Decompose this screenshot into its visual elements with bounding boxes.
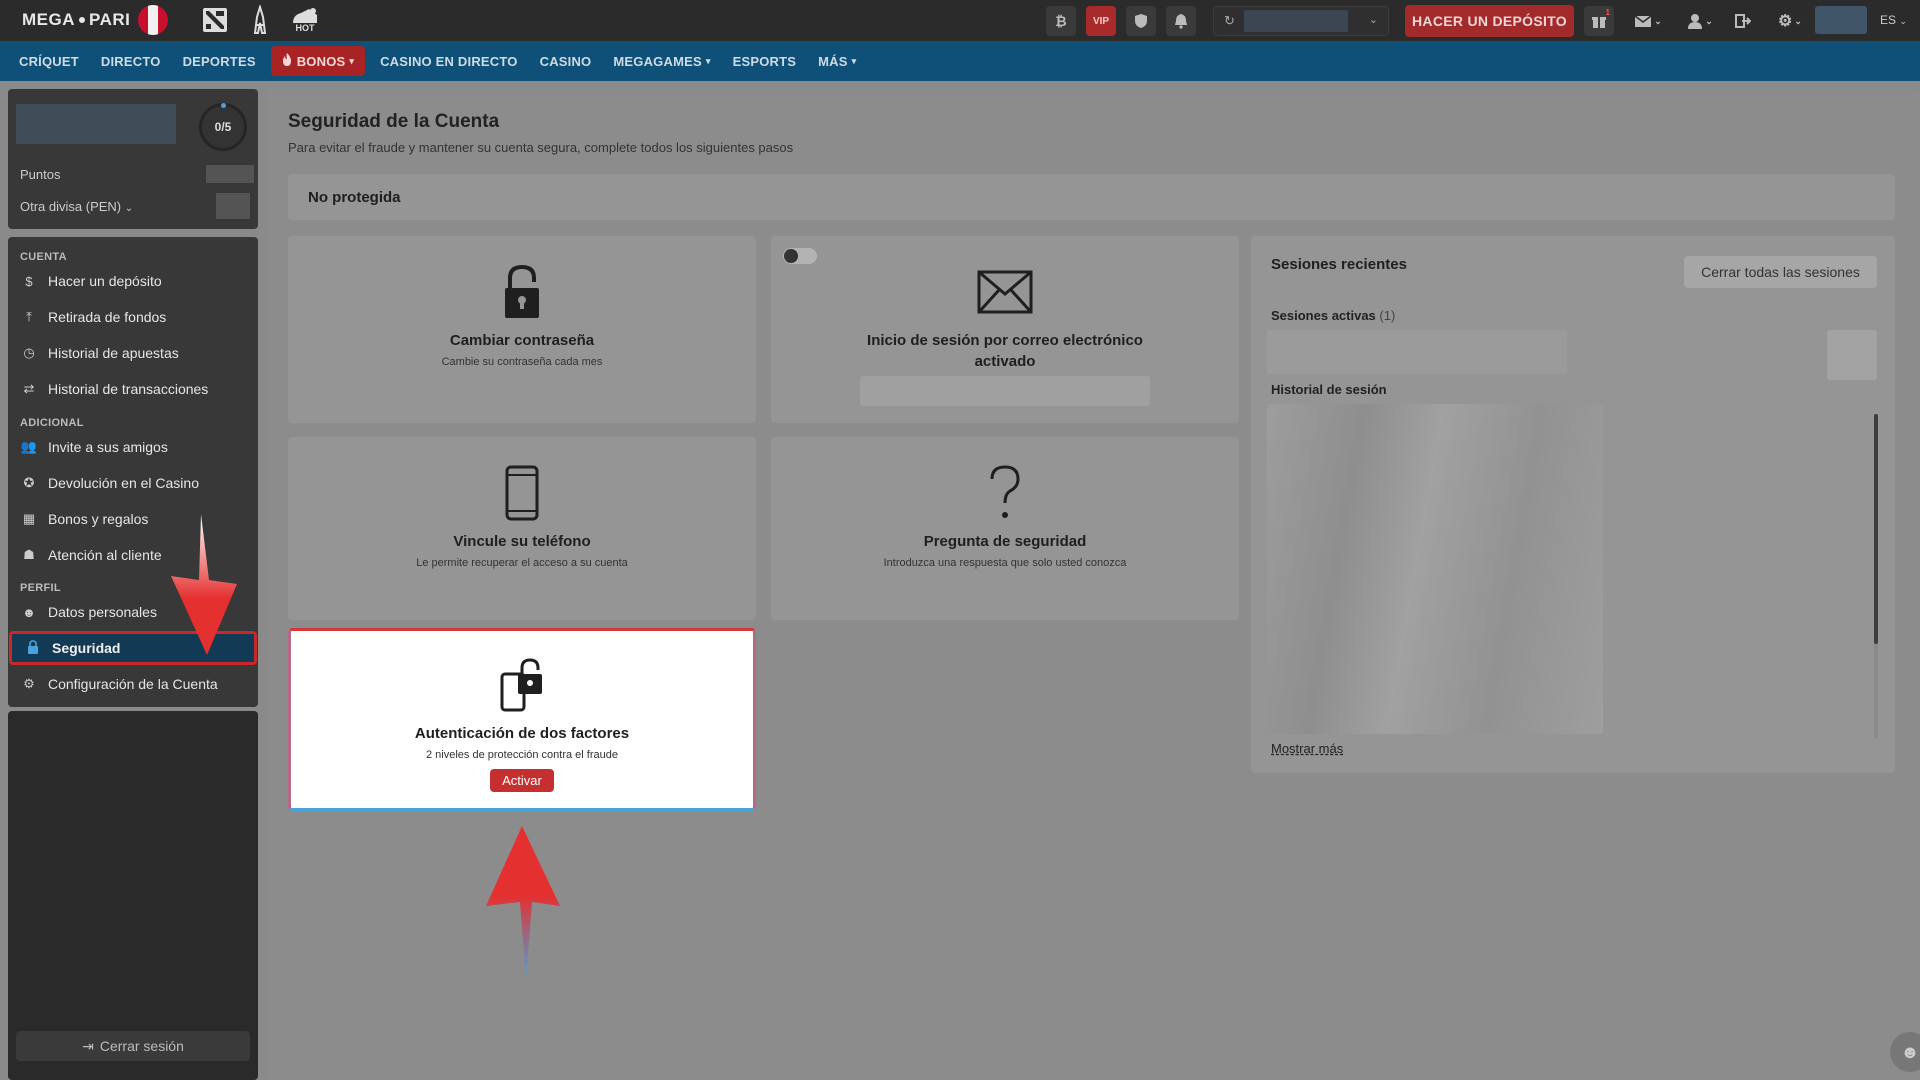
gear-icon: ⚙ [23,676,35,691]
country-flag-icon[interactable] [138,5,168,35]
page-title: Seguridad de la Cuenta [288,111,500,132]
chevron-down-icon: ⌄ [1368,14,1378,26]
sidebar-item-transactions[interactable]: ⇄ Historial de transacciones [8,372,258,406]
points-value-redacted [206,165,254,183]
other-currency-dropdown[interactable]: Otra divisa (PEN) ⌄ [20,199,133,214]
two-factor-auth-card[interactable]: Autenticación de dos factores 2 niveles … [288,628,756,811]
main-nav: CRÍQUET DIRECTO DEPORTES BONOS ▾ CASINO E… [0,41,1920,81]
change-password-card[interactable]: Cambiar contraseña Cambie su contraseña … [288,236,756,423]
vip-button[interactable]: VIP [1086,6,1116,36]
session-history-redacted [1267,404,1603,734]
nav-deportes[interactable]: DEPORTES [172,46,267,76]
lock-icon [24,639,42,657]
gift-icon: ▦ [22,511,36,526]
balance-value-redacted [1244,10,1348,32]
user-menu-icon[interactable]: ⌄ [1680,6,1720,36]
question-mark-icon [988,465,1022,521]
nav-esports[interactable]: ESPORTS [722,46,808,76]
fire-icon [282,53,292,69]
recent-sessions-panel: Sesiones recientes Cerrar todas las sesi… [1251,236,1895,773]
shield-icon[interactable] [1126,6,1156,36]
section-adicional: ADICIONAL [20,417,84,429]
nav-bonos[interactable]: BONOS ▾ [270,46,366,76]
dollar-icon: $ [25,273,33,289]
users-icon: 👥 [20,439,38,454]
account-summary: 0/5 Puntos Otra divisa (PEN) ⌄ [8,89,258,229]
nav-casino-en-directo[interactable]: CASINO EN DIRECTO [369,46,529,76]
sidebar-item-withdraw[interactable]: ⤒ Retirada de fondos [8,300,258,334]
logout-button[interactable]: ⇥ Cerrar sesión [16,1031,250,1061]
annotation-arrow-up [486,826,560,980]
show-more-link[interactable]: Mostrar más [1271,741,1343,756]
gift-badge: 1 [1605,8,1610,17]
tower-icon[interactable] [244,5,276,35]
upload-icon: ⤒ [26,309,32,324]
nav-criquet[interactable]: CRÍQUET [8,46,90,76]
gift-icon[interactable]: 1 [1584,6,1614,36]
session-history-label: Historial de sesión [1271,382,1387,397]
nav-casino[interactable]: CASINO [529,46,603,76]
transfer-icon: ⇄ [23,381,35,396]
sidebar-item-cashback[interactable]: ✪ Devolución en el Casino [8,466,258,500]
nav-directo[interactable]: DIRECTO [90,46,172,76]
settings-gear-icon[interactable]: ⚙ ⌄ [1770,6,1810,36]
logout-icon[interactable] [1728,6,1758,36]
section-cuenta: CUENTA [20,251,67,263]
padlock-icon [502,264,542,320]
chevron-down-icon: ▾ [705,55,711,66]
username-redacted [16,104,176,144]
sessions-title: Sesiones recientes [1271,256,1407,273]
hot-games-icon[interactable]: HOT [286,5,324,35]
deposit-button[interactable]: HACER UN DEPÓSITO [1405,5,1574,37]
points-label: Puntos [20,167,61,182]
bitcoin-icon[interactable]: ₿ [1046,6,1076,36]
email-login-toggle[interactable] [783,248,817,264]
sidebar-item-deposit[interactable]: $ Hacer un depósito [8,264,258,298]
nav-mas[interactable]: MÁS ▾ [807,46,867,76]
clock-icon: ◷ [23,345,35,360]
active-session-redacted [1267,330,1567,374]
activate-2fa-button[interactable]: Activar [490,769,554,792]
security-question-card[interactable]: Pregunta de seguridad Introduzca una res… [771,437,1239,620]
annotation-arrow-down [171,514,237,655]
phone-lock-icon [500,657,544,713]
protection-status: No protegida [288,174,1895,220]
account-id-redacted [1815,6,1867,34]
active-sessions-label: Sesiones activas (1) [1271,308,1396,323]
active-session-action-redacted[interactable] [1827,330,1877,380]
refresh-icon[interactable]: ↻ [1224,13,1235,29]
link-phone-card[interactable]: Vincule su teléfono Le permite recuperar… [288,437,756,620]
chevron-down-icon: ▾ [349,55,355,66]
person-icon: ☻ [22,604,36,620]
support-icon: ☗ [23,547,35,562]
sidebar-item-bet-history[interactable]: ◷ Historial de apuestas [8,336,258,370]
sessions-scrollbar[interactable] [1874,414,1878,739]
section-perfil: PERFIL [20,582,61,594]
page-subtitle: Para evitar el fraude y mantener su cuen… [288,140,794,155]
bell-icon[interactable] [1166,6,1196,36]
close-all-sessions-button[interactable]: Cerrar todas las sesiones [1684,256,1877,288]
email-login-card[interactable]: Inicio de sesión por correo electrónico … [771,236,1239,423]
top-bar: MEGA PARI HOT ₿ VIP ↻ ⌄ HACER UN DEPÓSITO… [0,0,1920,41]
megapari-logo[interactable]: MEGA PARI [22,10,130,30]
chip-icon: ✪ [23,475,35,490]
nav-megagames[interactable]: MEGAGAMES ▾ [602,46,721,76]
chevron-down-icon: ▾ [851,55,857,66]
language-selector[interactable]: ES ⌄ [1880,13,1907,27]
email-redacted [860,376,1150,406]
logout-icon: ⇥ [82,1037,94,1054]
chevron-down-icon: ⌄ [124,203,134,214]
chevron-down-icon: ⌄ [1899,16,1907,26]
sidebar-item-invite[interactable]: 👥 Invite a sus amigos [8,430,258,464]
sidebar-item-account-settings[interactable]: ⚙ Configuración de la Cuenta [8,667,258,701]
envelope-icon [977,264,1033,320]
currency-value-redacted [216,193,250,219]
mail-icon[interactable]: ⌄ [1628,6,1668,36]
balance-selector[interactable]: ↻ ⌄ [1213,6,1389,36]
sidebar-spacer [8,711,258,1080]
security-progress-ring: 0/5 [199,103,247,151]
dota-icon[interactable] [199,5,231,35]
phone-icon [505,465,539,521]
